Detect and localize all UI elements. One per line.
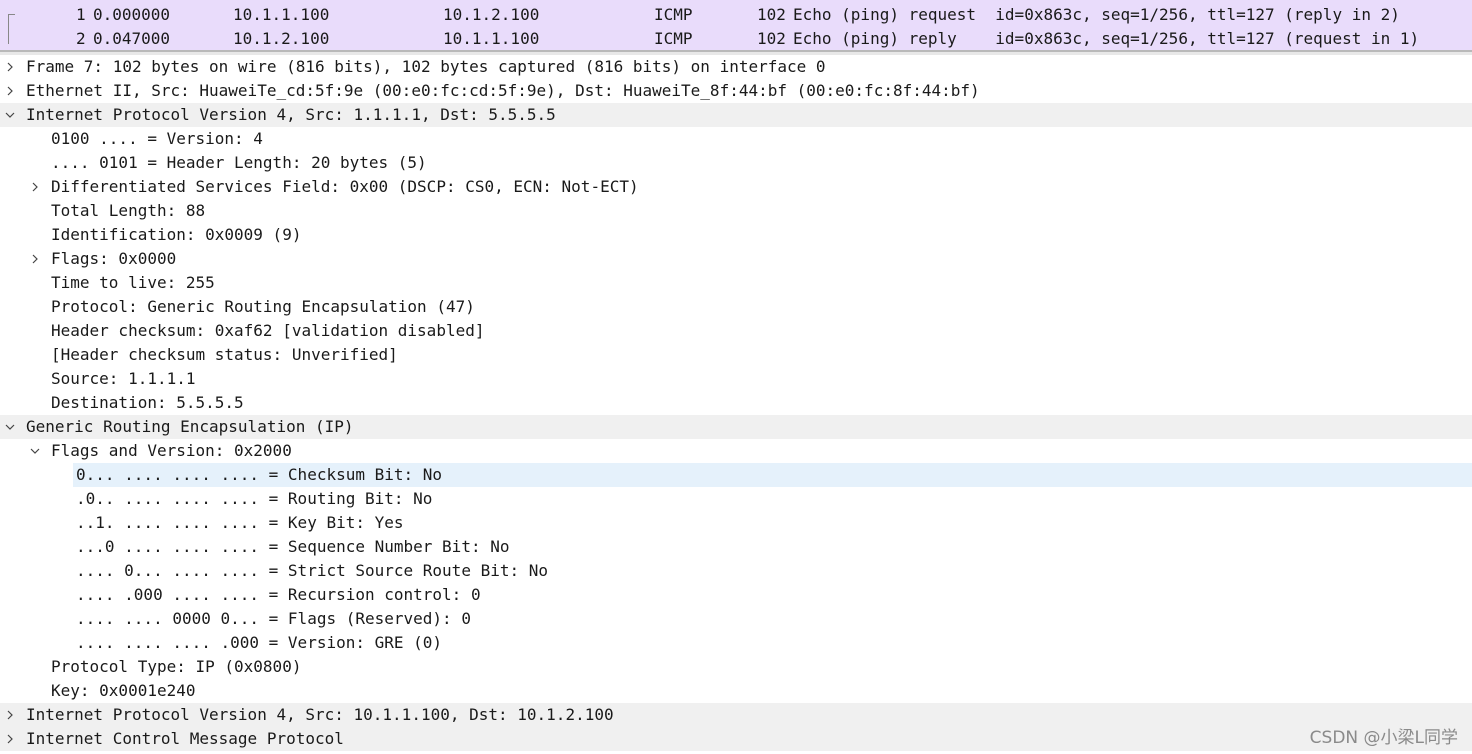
tree-row-label: 0... .... .... .... = Checksum Bit: No [76, 465, 443, 484]
tree-row-label: .... 0101 = Header Length: 20 bytes (5) [51, 153, 427, 172]
packet-protocol: ICMP [654, 5, 693, 24]
tree-row-ip-ttl[interactable]: Time to live: 255 [0, 271, 1472, 295]
tree-row-label: .... .... .... .000 = Version: GRE (0) [76, 633, 443, 652]
tree-row-gre-sequence-bit[interactable]: ...0 .... .... .... = Sequence Number Bi… [0, 535, 1472, 559]
tree-row-gre-strict-source-bit[interactable]: .... 0... .... .... = Strict Source Rout… [0, 559, 1472, 583]
tree-row-label: Differentiated Services Field: 0x00 (DSC… [51, 177, 639, 196]
tree-row-ip-flags[interactable]: Flags: 0x0000 [0, 247, 1472, 271]
tree-row-label: Ethernet II, Src: HuaweiTe_cd:5f:9e (00:… [26, 81, 980, 100]
tree-row-label: Protocol: Generic Routing Encapsulation … [51, 297, 475, 316]
packet-details-tree: Frame 7: 102 bytes on wire (816 bits), 1… [0, 55, 1472, 754]
tree-row-label: Internet Protocol Version 4, Src: 1.1.1.… [26, 105, 556, 124]
tree-row-label: Source: 1.1.1.1 [51, 369, 196, 388]
tree-row-label: Generic Routing Encapsulation (IP) [26, 417, 354, 436]
tree-row-label: Total Length: 88 [51, 201, 206, 220]
tree-row-ip-checksum-status[interactable]: [Header checksum status: Unverified] [0, 343, 1472, 367]
tree-row-label: Key: 0x0001e240 [51, 681, 196, 700]
tree-row-ip-outer[interactable]: Internet Protocol Version 4, Src: 1.1.1.… [0, 103, 1472, 127]
chevron-right-icon[interactable] [30, 254, 40, 264]
packet-info: Echo (ping) request id=0x863c, seq=1/256… [793, 5, 1400, 24]
packet-protocol: ICMP [654, 29, 693, 48]
packet-list: 1 0.000000 10.1.1.100 10.1.2.100 ICMP 10… [0, 0, 1472, 50]
tree-row-ip-dsfield[interactable]: Differentiated Services Field: 0x00 (DSC… [0, 175, 1472, 199]
tree-row-gre-protocol-type[interactable]: Protocol Type: IP (0x0800) [0, 655, 1472, 679]
packet-length: 102 [757, 5, 786, 24]
tree-row-gre-checksum-bit-selected[interactable]: 0... .... .... .... = Checksum Bit: No [0, 463, 1472, 487]
chevron-right-icon[interactable] [5, 86, 15, 96]
packet-time: 0.000000 [93, 5, 171, 24]
tree-row-ip-inner[interactable]: Internet Protocol Version 4, Src: 10.1.1… [0, 703, 1472, 727]
packet-no: 1 [76, 5, 86, 24]
packet-time: 0.047000 [93, 29, 171, 48]
tree-row-label: ...0 .... .... .... = Sequence Number Bi… [76, 537, 510, 556]
tree-row-label: Flags: 0x0000 [51, 249, 177, 268]
tree-row-gre-recursion[interactable]: .... .000 .... .... = Recursion control:… [0, 583, 1472, 607]
tree-row-label: Internet Control Message Protocol [26, 729, 344, 748]
tree-row-gre[interactable]: Generic Routing Encapsulation (IP) [0, 415, 1472, 439]
packet-no: 2 [76, 29, 86, 48]
packet-source: 10.1.1.100 [233, 5, 330, 24]
tree-row-gre-routing-bit[interactable]: .0.. .... .... .... = Routing Bit: No [0, 487, 1472, 511]
packet-source: 10.1.2.100 [233, 29, 330, 48]
tree-row-ip-source[interactable]: Source: 1.1.1.1 [0, 367, 1472, 391]
tree-row-label: .0.. .... .... .... = Routing Bit: No [76, 489, 433, 508]
chevron-right-icon[interactable] [30, 182, 40, 192]
tree-row-label: Protocol Type: IP (0x0800) [51, 657, 302, 676]
tree-row-ip-version[interactable]: 0100 .... = Version: 4 [0, 127, 1472, 151]
packet-destination: 10.1.1.100 [443, 29, 540, 48]
tree-row-frame[interactable]: Frame 7: 102 bytes on wire (816 bits), 1… [0, 55, 1472, 79]
tree-row-ip-checksum[interactable]: Header checksum: 0xaf62 [validation disa… [0, 319, 1472, 343]
tree-row-label: Frame 7: 102 bytes on wire (816 bits), 1… [26, 57, 826, 76]
tree-row-gre-key-bit[interactable]: ..1. .... .... .... = Key Bit: Yes [0, 511, 1472, 535]
tree-row-label: .... .000 .... .... = Recursion control:… [76, 585, 481, 604]
chevron-down-icon[interactable] [5, 422, 15, 432]
tree-row-ip-header-length[interactable]: .... 0101 = Header Length: 20 bytes (5) [0, 151, 1472, 175]
packet-row[interactable]: 2 0.047000 10.1.2.100 10.1.1.100 ICMP 10… [0, 27, 1472, 51]
tree-row-gre-version[interactable]: .... .... .... .000 = Version: GRE (0) [0, 631, 1472, 655]
tree-row-ip-protocol[interactable]: Protocol: Generic Routing Encapsulation … [0, 295, 1472, 319]
chevron-down-icon[interactable] [30, 446, 40, 456]
tree-row-label: [Header checksum status: Unverified] [51, 345, 398, 364]
chevron-down-icon[interactable] [5, 110, 15, 120]
tree-row-label: 0100 .... = Version: 4 [51, 129, 263, 148]
tree-row-icmp[interactable]: Internet Control Message Protocol [0, 727, 1472, 751]
tree-row-gre-flags-version[interactable]: Flags and Version: 0x2000 [0, 439, 1472, 463]
tree-row-label: Destination: 5.5.5.5 [51, 393, 244, 412]
tree-row-label: .... 0... .... .... = Strict Source Rout… [76, 561, 549, 580]
watermark: CSDN @小梁L同学 [1309, 728, 1458, 748]
tree-row-label: Header checksum: 0xaf62 [validation disa… [51, 321, 485, 340]
tree-row-label: Time to live: 255 [51, 273, 215, 292]
tree-row-label: Internet Protocol Version 4, Src: 10.1.1… [26, 705, 614, 724]
chevron-right-icon[interactable] [5, 710, 15, 720]
tree-row-label: ..1. .... .... .... = Key Bit: Yes [76, 513, 404, 532]
packet-info: Echo (ping) reply id=0x863c, seq=1/256, … [793, 29, 1420, 48]
tree-row-ethernet[interactable]: Ethernet II, Src: HuaweiTe_cd:5f:9e (00:… [0, 79, 1472, 103]
chevron-right-icon[interactable] [5, 734, 15, 744]
tree-row-ip-identification[interactable]: Identification: 0x0009 (9) [0, 223, 1472, 247]
tree-row-label: Identification: 0x0009 (9) [51, 225, 302, 244]
tree-row-ip-destination[interactable]: Destination: 5.5.5.5 [0, 391, 1472, 415]
chevron-right-icon[interactable] [5, 62, 15, 72]
packet-destination: 10.1.2.100 [443, 5, 540, 24]
tree-row-gre-key[interactable]: Key: 0x0001e240 [0, 679, 1472, 703]
tree-row-ip-total-length[interactable]: Total Length: 88 [0, 199, 1472, 223]
tree-row-gre-flags-reserved[interactable]: .... .... 0000 0... = Flags (Reserved): … [0, 607, 1472, 631]
packet-length: 102 [757, 29, 786, 48]
tree-row-label: .... .... 0000 0... = Flags (Reserved): … [76, 609, 471, 628]
packet-row[interactable]: 1 0.000000 10.1.1.100 10.1.2.100 ICMP 10… [0, 3, 1472, 27]
tree-row-label: Flags and Version: 0x2000 [51, 441, 292, 460]
